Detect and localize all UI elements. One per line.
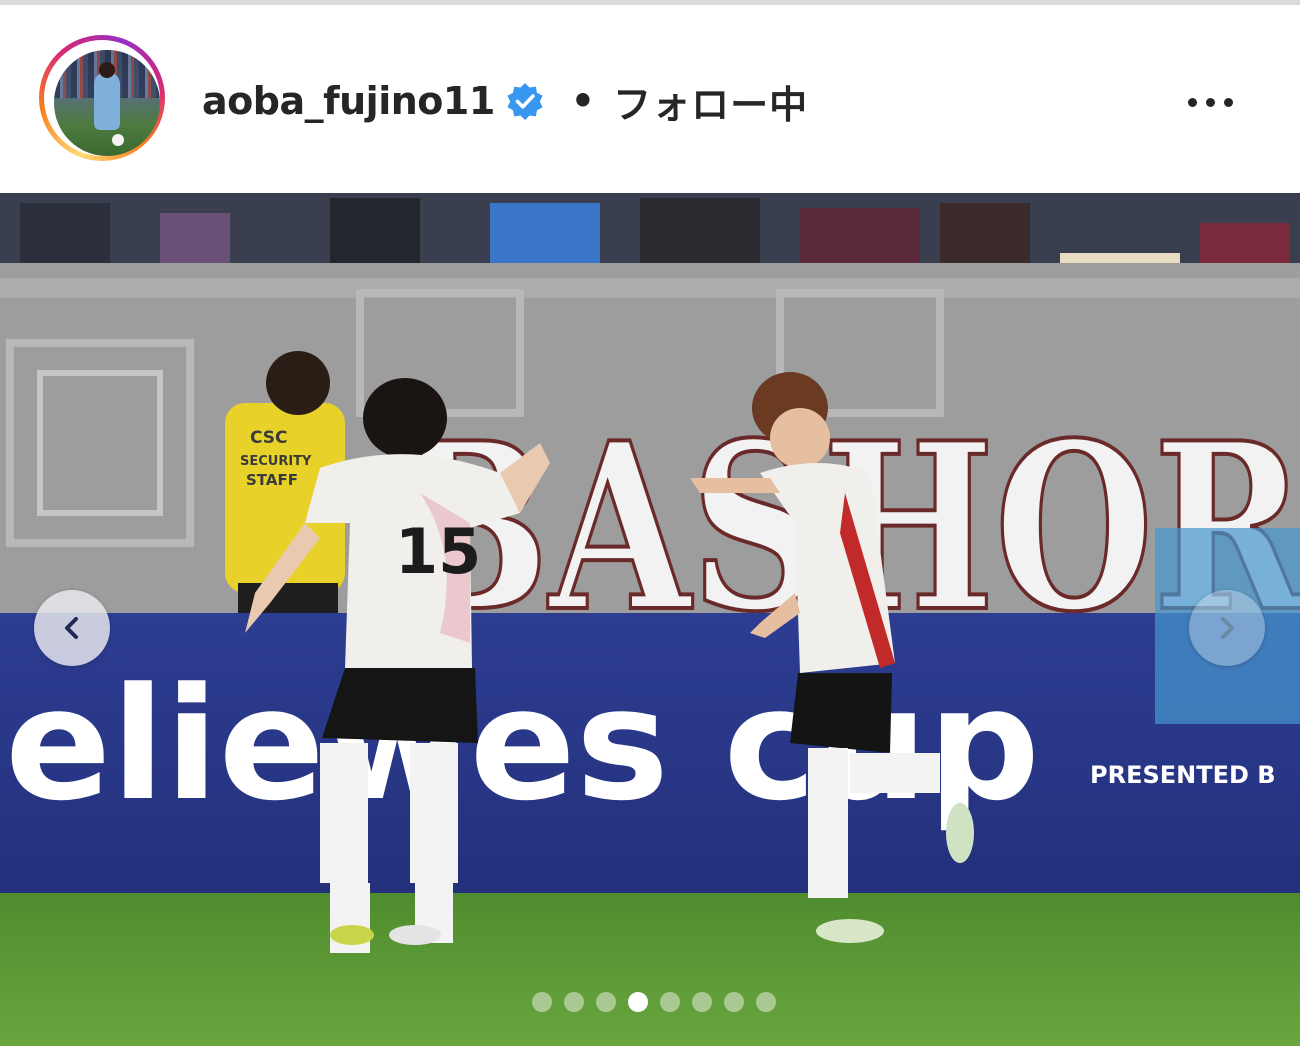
user-line: aoba_fujino11 • フォロー中 <box>202 74 808 129</box>
pagination-dot[interactable] <box>692 992 712 1012</box>
username-link[interactable]: aoba_fujino11 <box>202 79 495 123</box>
follow-status-button[interactable]: フォロー中 <box>613 74 808 129</box>
staff-vest-line3: STAFF <box>246 471 298 489</box>
post-media-carousel[interactable]: BASHOR eliewes cup PRESENTED B CSC SECUR… <box>0 193 1300 1046</box>
carousel-pagination <box>0 992 1300 1014</box>
verified-badge-icon <box>507 83 543 120</box>
board-subtext: PRESENTED B <box>1090 761 1276 789</box>
more-options-button[interactable] <box>1180 83 1240 123</box>
pagination-dot[interactable] <box>596 992 616 1012</box>
pagination-dot[interactable] <box>532 992 552 1012</box>
pagination-dot[interactable] <box>724 992 744 1012</box>
separator-dot: • <box>570 79 596 123</box>
pagination-dot[interactable] <box>660 992 680 1012</box>
jersey-number: 15 <box>395 515 481 588</box>
pagination-dot-active[interactable] <box>628 992 648 1012</box>
chevron-left-icon <box>65 617 78 639</box>
avatar[interactable] <box>54 50 160 156</box>
post-header: aoba_fujino11 • フォロー中 <box>0 5 1300 193</box>
carousel-prev-button[interactable] <box>34 590 110 666</box>
staff-vest-line2: SECURITY <box>240 454 312 469</box>
chevron-right-icon <box>1221 617 1234 639</box>
pagination-dot[interactable] <box>564 992 584 1012</box>
post-photo: BASHOR eliewes cup PRESENTED B CSC SECUR… <box>0 193 1300 1046</box>
carousel-next-button[interactable] <box>1189 590 1265 666</box>
more-horizontal-icon <box>1188 98 1197 107</box>
staff-vest-line1: CSC <box>250 428 288 448</box>
avatar-story-ring[interactable] <box>39 35 165 161</box>
pagination-dot[interactable] <box>756 992 776 1012</box>
